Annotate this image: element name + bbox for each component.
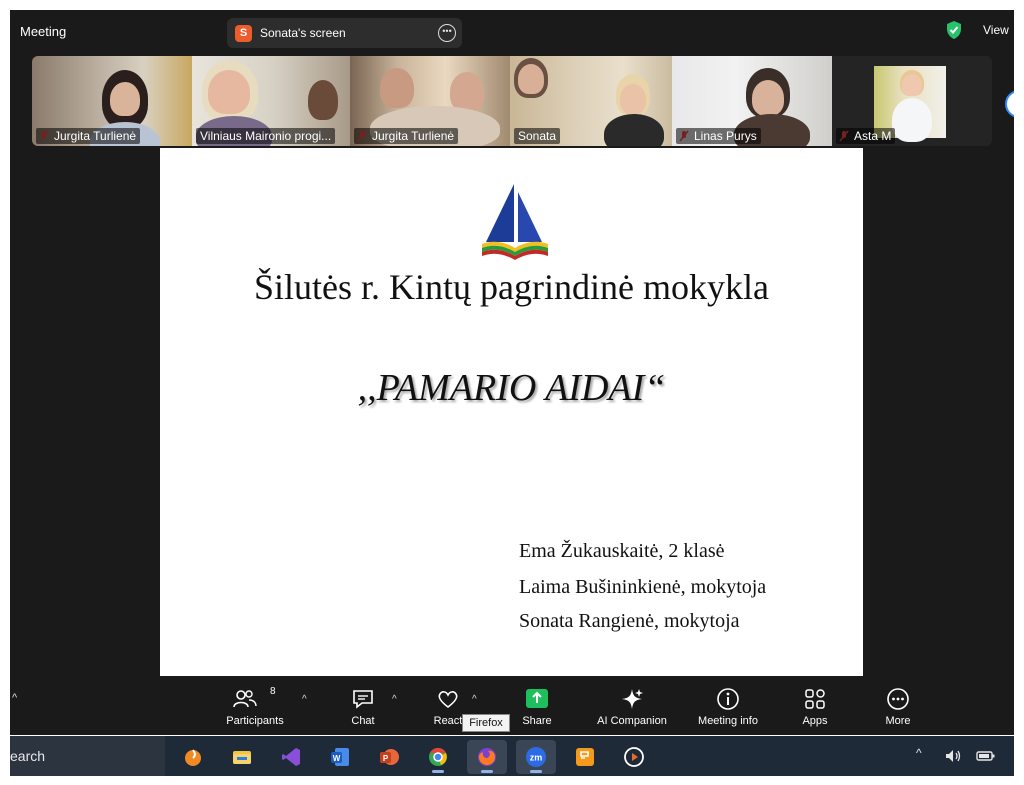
react-caret-icon[interactable]: ^	[472, 694, 477, 705]
participants-caret-icon[interactable]: ^	[302, 694, 307, 705]
sharer-avatar: S	[235, 25, 252, 42]
participants-label: Participants	[226, 715, 284, 727]
taskbar-search-box[interactable]: earch	[10, 736, 165, 776]
apps-icon	[805, 689, 825, 709]
meeting-label: Meeting	[20, 24, 67, 39]
info-icon	[717, 688, 739, 710]
participant-tile[interactable]: Asta M	[832, 56, 992, 146]
apps-button[interactable]: Apps	[785, 676, 845, 735]
zoom-icon[interactable]: zm	[516, 740, 556, 774]
school-title: Šilutės r. Kintų pagrindinė mokykla	[254, 267, 769, 307]
zoom-meeting-window: Meeting S Sonata's screen ••• View Jurgi…	[10, 10, 1014, 735]
volume-icon[interactable]	[944, 748, 962, 764]
credit-teacher-1: Laima Bušininkienė, mokytoja	[519, 576, 767, 598]
participant-tile-active-speaker[interactable]: Sonata	[510, 56, 672, 146]
chat-button[interactable]: Chat	[333, 676, 393, 735]
share-label: Share	[522, 715, 552, 727]
shared-screen-label: Sonata's screen	[260, 26, 346, 40]
more-button[interactable]: More	[868, 676, 928, 735]
participant-name: Sonata	[514, 128, 561, 144]
participant-video-strip: Jurgita Turlienė Vilniaus Maironio progi…	[32, 56, 992, 146]
zoom-letters: zm	[530, 753, 543, 763]
windows-taskbar: earch W P zm ^	[10, 736, 1014, 776]
chat-icon	[353, 690, 373, 709]
security-shield-icon[interactable]	[945, 20, 963, 40]
powerpoint-letter: P	[383, 754, 389, 763]
running-indicator	[432, 770, 444, 773]
participant-tile[interactable]: Vilniaus Maironio progi...	[192, 56, 350, 146]
view-button[interactable]: View	[983, 23, 1009, 37]
meeting-info-label: Meeting info	[698, 715, 758, 727]
participant-name: Jurgita Turlienė	[354, 128, 459, 144]
heart-icon	[438, 691, 458, 709]
battery-icon[interactable]	[976, 749, 996, 763]
chrome-icon[interactable]	[418, 740, 458, 774]
tray-overflow-icon[interactable]: ^	[916, 746, 922, 760]
media-player-icon[interactable]	[614, 740, 654, 774]
word-letter: W	[333, 754, 341, 763]
participant-tile[interactable]: Jurgita Turlienė	[32, 56, 192, 146]
side-panel-toggle[interactable]	[1005, 90, 1014, 118]
firefox-icon[interactable]	[467, 740, 507, 774]
pdf-editor-icon[interactable]	[565, 740, 605, 774]
more-icon	[887, 688, 909, 710]
school-logo-icon	[482, 182, 548, 260]
meeting-info-button[interactable]: Meeting info	[686, 676, 770, 735]
meeting-controls-toolbar: ^ Participants 8 ^ Chat ^ React ^ Share …	[10, 676, 1014, 735]
file-explorer-icon[interactable]	[222, 740, 262, 774]
word-icon[interactable]: W	[320, 740, 360, 774]
participant-name: Jurgita Turlienė	[36, 128, 141, 144]
shared-presentation-slide: Šilutės r. Kintų pagrindinė mokykla ,,PA…	[160, 148, 863, 676]
participant-name: Vilniaus Maironio progi...	[196, 128, 336, 144]
participants-icon	[233, 690, 258, 708]
chat-label: Chat	[351, 715, 375, 727]
firefox-tooltip: Firefox	[462, 714, 510, 732]
credit-student: Ema Žukauskaitė, 2 klasė	[519, 540, 725, 562]
share-button[interactable]: Share	[507, 676, 567, 735]
chat-caret-icon[interactable]: ^	[392, 694, 397, 705]
participants-count: 8	[270, 686, 276, 697]
running-indicator	[481, 770, 493, 773]
powerpoint-icon[interactable]: P	[369, 740, 409, 774]
ai-sparkle-icon	[622, 689, 643, 709]
shared-screen-indicator[interactable]: S Sonata's screen •••	[227, 18, 462, 48]
more-options-icon[interactable]: •••	[438, 24, 456, 42]
project-title: ,,PAMARIO AIDAI“	[357, 367, 666, 409]
visual-studio-icon[interactable]	[271, 740, 311, 774]
share-screen-icon	[526, 689, 548, 708]
more-label: More	[885, 715, 911, 727]
fl-studio-icon[interactable]	[173, 740, 213, 774]
ai-companion-label: AI Companion	[597, 715, 667, 727]
participant-name: Linas Purys	[676, 128, 761, 144]
participant-name: Asta M	[836, 128, 896, 144]
ai-companion-button[interactable]: AI Companion	[590, 676, 674, 735]
left-caret-icon[interactable]: ^	[12, 692, 17, 704]
apps-label: Apps	[802, 715, 828, 727]
participants-button[interactable]: Participants	[215, 676, 295, 735]
participant-tile[interactable]: Linas Purys	[672, 56, 832, 146]
participant-tile[interactable]: Jurgita Turlienė	[350, 56, 510, 146]
credit-teacher-2: Sonata Rangienė, mokytoja	[519, 610, 740, 632]
running-indicator	[530, 770, 542, 773]
meeting-top-bar: Meeting S Sonata's screen ••• View	[10, 10, 1014, 52]
